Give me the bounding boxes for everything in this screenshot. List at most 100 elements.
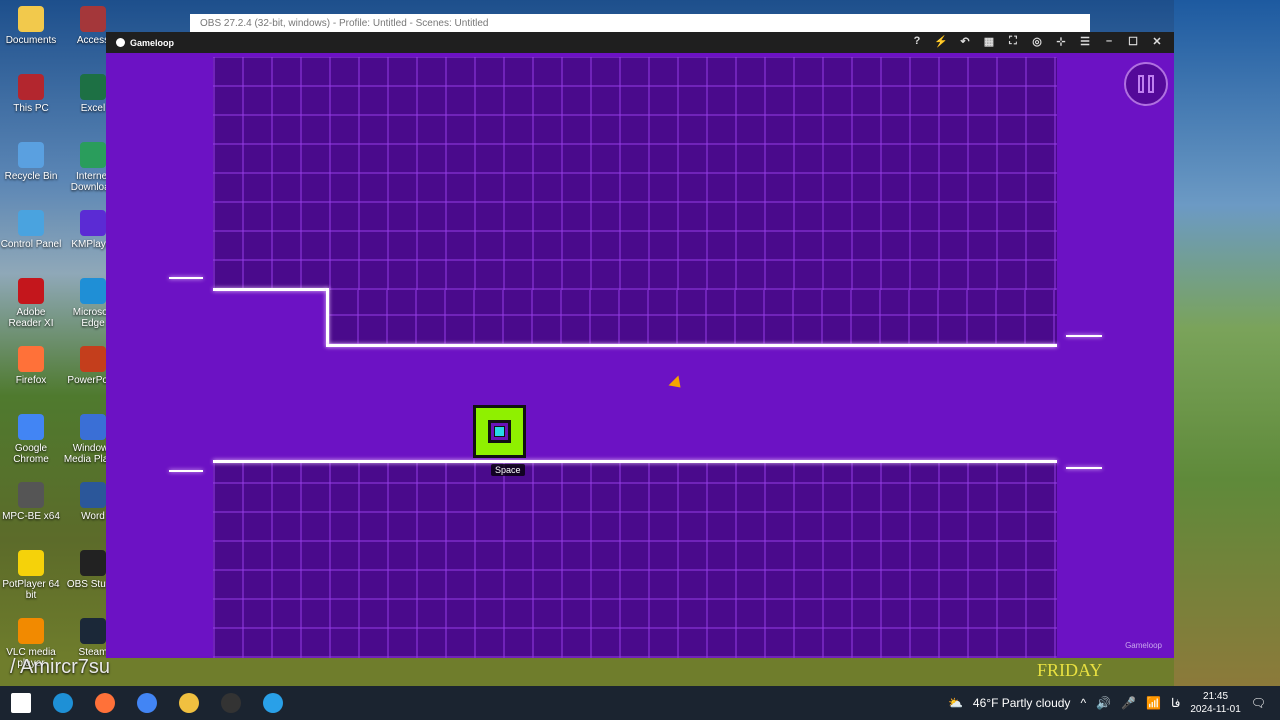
notifications-icon[interactable]: 🗨	[1251, 696, 1266, 710]
gameloop-window: Gameloop ? ⚡ ↶ ▦ ⛶ ◎ ⊹ ☰ – ☐ ✕ Space Gameloop	[106, 32, 1174, 658]
desktop-icon[interactable]: This PC	[0, 74, 62, 114]
desktop-icon-label: Firefox	[15, 375, 47, 386]
ceiling-edge	[326, 344, 1057, 347]
ceiling-block-low	[328, 290, 1057, 345]
taskbar-edge[interactable]	[42, 686, 84, 720]
app-icon	[18, 142, 44, 168]
taskbar-obs[interactable]	[210, 686, 252, 720]
controller-icon[interactable]: ◎	[1030, 35, 1044, 48]
file-explorer-icon	[179, 693, 199, 713]
app-icon	[18, 482, 44, 508]
desktop-icon-label: This PC	[13, 103, 49, 114]
app-icon	[80, 346, 106, 372]
app-icon	[80, 74, 106, 100]
key-hint: Space	[491, 464, 525, 476]
weather-icon: ⛅	[947, 696, 963, 710]
pause-icon	[1148, 75, 1154, 93]
app-icon	[18, 550, 44, 576]
gameloop-titlebar[interactable]: Gameloop ? ⚡ ↶ ▦ ⛶ ◎ ⊹ ☰ – ☐ ✕	[106, 32, 1174, 53]
wifi-icon[interactable]: 📶	[1146, 696, 1161, 710]
clock[interactable]: 21:45 2024-11-01	[1190, 690, 1240, 716]
desktop-icon[interactable]: Firefox	[0, 346, 62, 386]
gameloop-logo-icon	[116, 38, 125, 47]
edge-mark	[169, 470, 203, 472]
app-icon	[18, 210, 44, 236]
start-icon	[11, 693, 31, 713]
game-canvas[interactable]: Space Gameloop	[106, 53, 1174, 658]
taskbar: ⛅ 46°F Partly cloudy ^ 🔊 🎤 📶 فا 21:45 202…	[0, 686, 1280, 720]
app-icon	[18, 6, 44, 32]
chrome-icon	[137, 693, 157, 713]
edge-mark	[1066, 467, 1102, 469]
edge-mark	[169, 277, 203, 279]
maximize-icon[interactable]: ☐	[1126, 35, 1140, 48]
floor-edge	[213, 460, 1057, 463]
time: 21:45	[1203, 691, 1229, 702]
window-title: Gameloop	[130, 37, 175, 48]
toolbar: ? ⚡ ↶ ▦ ⛶ ◎ ⊹ ☰ – ☐ ✕	[910, 35, 1164, 48]
menu-icon[interactable]: ☰	[1078, 35, 1092, 48]
app-icon	[18, 74, 44, 100]
taskbar-start[interactable]	[0, 686, 42, 720]
desktop-icon[interactable]: Documents	[0, 6, 62, 46]
boost-icon[interactable]: ⚡	[934, 35, 948, 48]
ceiling-edge	[326, 288, 329, 345]
app-icon	[80, 278, 106, 304]
channel-watermark: / Amircr7su	[10, 656, 111, 678]
app-icon	[18, 414, 44, 440]
taskbar-chrome[interactable]	[126, 686, 168, 720]
desktop-icon[interactable]: Control Panel	[0, 210, 62, 250]
desktop-icon-label: PotPlayer 64 bit	[2, 579, 60, 601]
taskbar-firefox[interactable]	[84, 686, 126, 720]
keymap-icon[interactable]: ▦	[982, 35, 996, 48]
gameloop-watermark: Gameloop	[1125, 641, 1162, 650]
back-icon[interactable]: ↶	[958, 35, 972, 48]
weather-widget[interactable]: 46°F Partly cloudy	[973, 696, 1071, 710]
desktop-icon-label: Adobe Reader XI	[8, 307, 54, 329]
desktop-icon[interactable]: Recycle Bin	[0, 142, 62, 182]
app-icon	[18, 278, 44, 304]
help-icon[interactable]: ?	[910, 35, 924, 48]
wallpaper-right	[1174, 0, 1280, 686]
taskbar-gameloop[interactable]	[252, 686, 294, 720]
desktop-icon[interactable]: MPC-BE x64	[0, 482, 62, 522]
app-icon	[80, 618, 106, 644]
desktop-icon-label: MPC-BE x64	[2, 511, 60, 522]
minimize-icon[interactable]: –	[1102, 35, 1116, 48]
pause-icon	[1138, 75, 1144, 93]
wallpaper-text: FRIDAY	[1037, 660, 1103, 680]
date: 2024-11-01	[1190, 704, 1241, 715]
desktop-icon[interactable]: Adobe Reader XI	[0, 278, 62, 329]
language-icon[interactable]: فا	[1171, 696, 1180, 710]
ceiling-block	[213, 57, 1057, 290]
close-icon[interactable]: ✕	[1150, 35, 1164, 48]
fullscreen-icon[interactable]: ⛶	[1006, 35, 1020, 48]
app-icon	[18, 618, 44, 644]
app-icon	[80, 210, 106, 236]
mouse-cursor-icon	[668, 375, 686, 393]
desktop-icon-label: Control Panel	[0, 239, 62, 250]
app-icon	[80, 414, 106, 440]
floor-block	[213, 462, 1057, 658]
app-icon	[80, 6, 106, 32]
app-icon	[80, 550, 106, 576]
firefox-icon	[95, 693, 115, 713]
microphone-icon[interactable]: 🎤	[1121, 696, 1136, 710]
ceiling-step	[213, 290, 328, 345]
obs-window-titlebar[interactable]: OBS 27.2.4 (32-bit, windows) - Profile: …	[190, 14, 1090, 34]
desktop-icon[interactable]: Google Chrome	[0, 414, 62, 465]
edge-mark	[1066, 335, 1102, 337]
desktop-icon[interactable]: PotPlayer 64 bit	[0, 550, 62, 601]
gameloop-icon	[263, 693, 283, 713]
show-hidden-icons-icon[interactable]: ^	[1080, 696, 1086, 710]
taskbar-file-explorer[interactable]	[168, 686, 210, 720]
app-icon	[80, 142, 106, 168]
pause-button[interactable]	[1124, 62, 1168, 106]
app-icon	[80, 482, 106, 508]
desktop-icon-label: Google Chrome	[13, 443, 49, 465]
pin-icon[interactable]: ⊹	[1054, 35, 1068, 48]
system-tray: ⛅ 46°F Partly cloudy ^ 🔊 🎤 📶 فا 21:45 202…	[948, 686, 1280, 720]
volume-icon[interactable]: 🔊	[1096, 696, 1111, 710]
obs-icon	[221, 693, 241, 713]
desktop-icon-label: Documents	[5, 35, 57, 46]
